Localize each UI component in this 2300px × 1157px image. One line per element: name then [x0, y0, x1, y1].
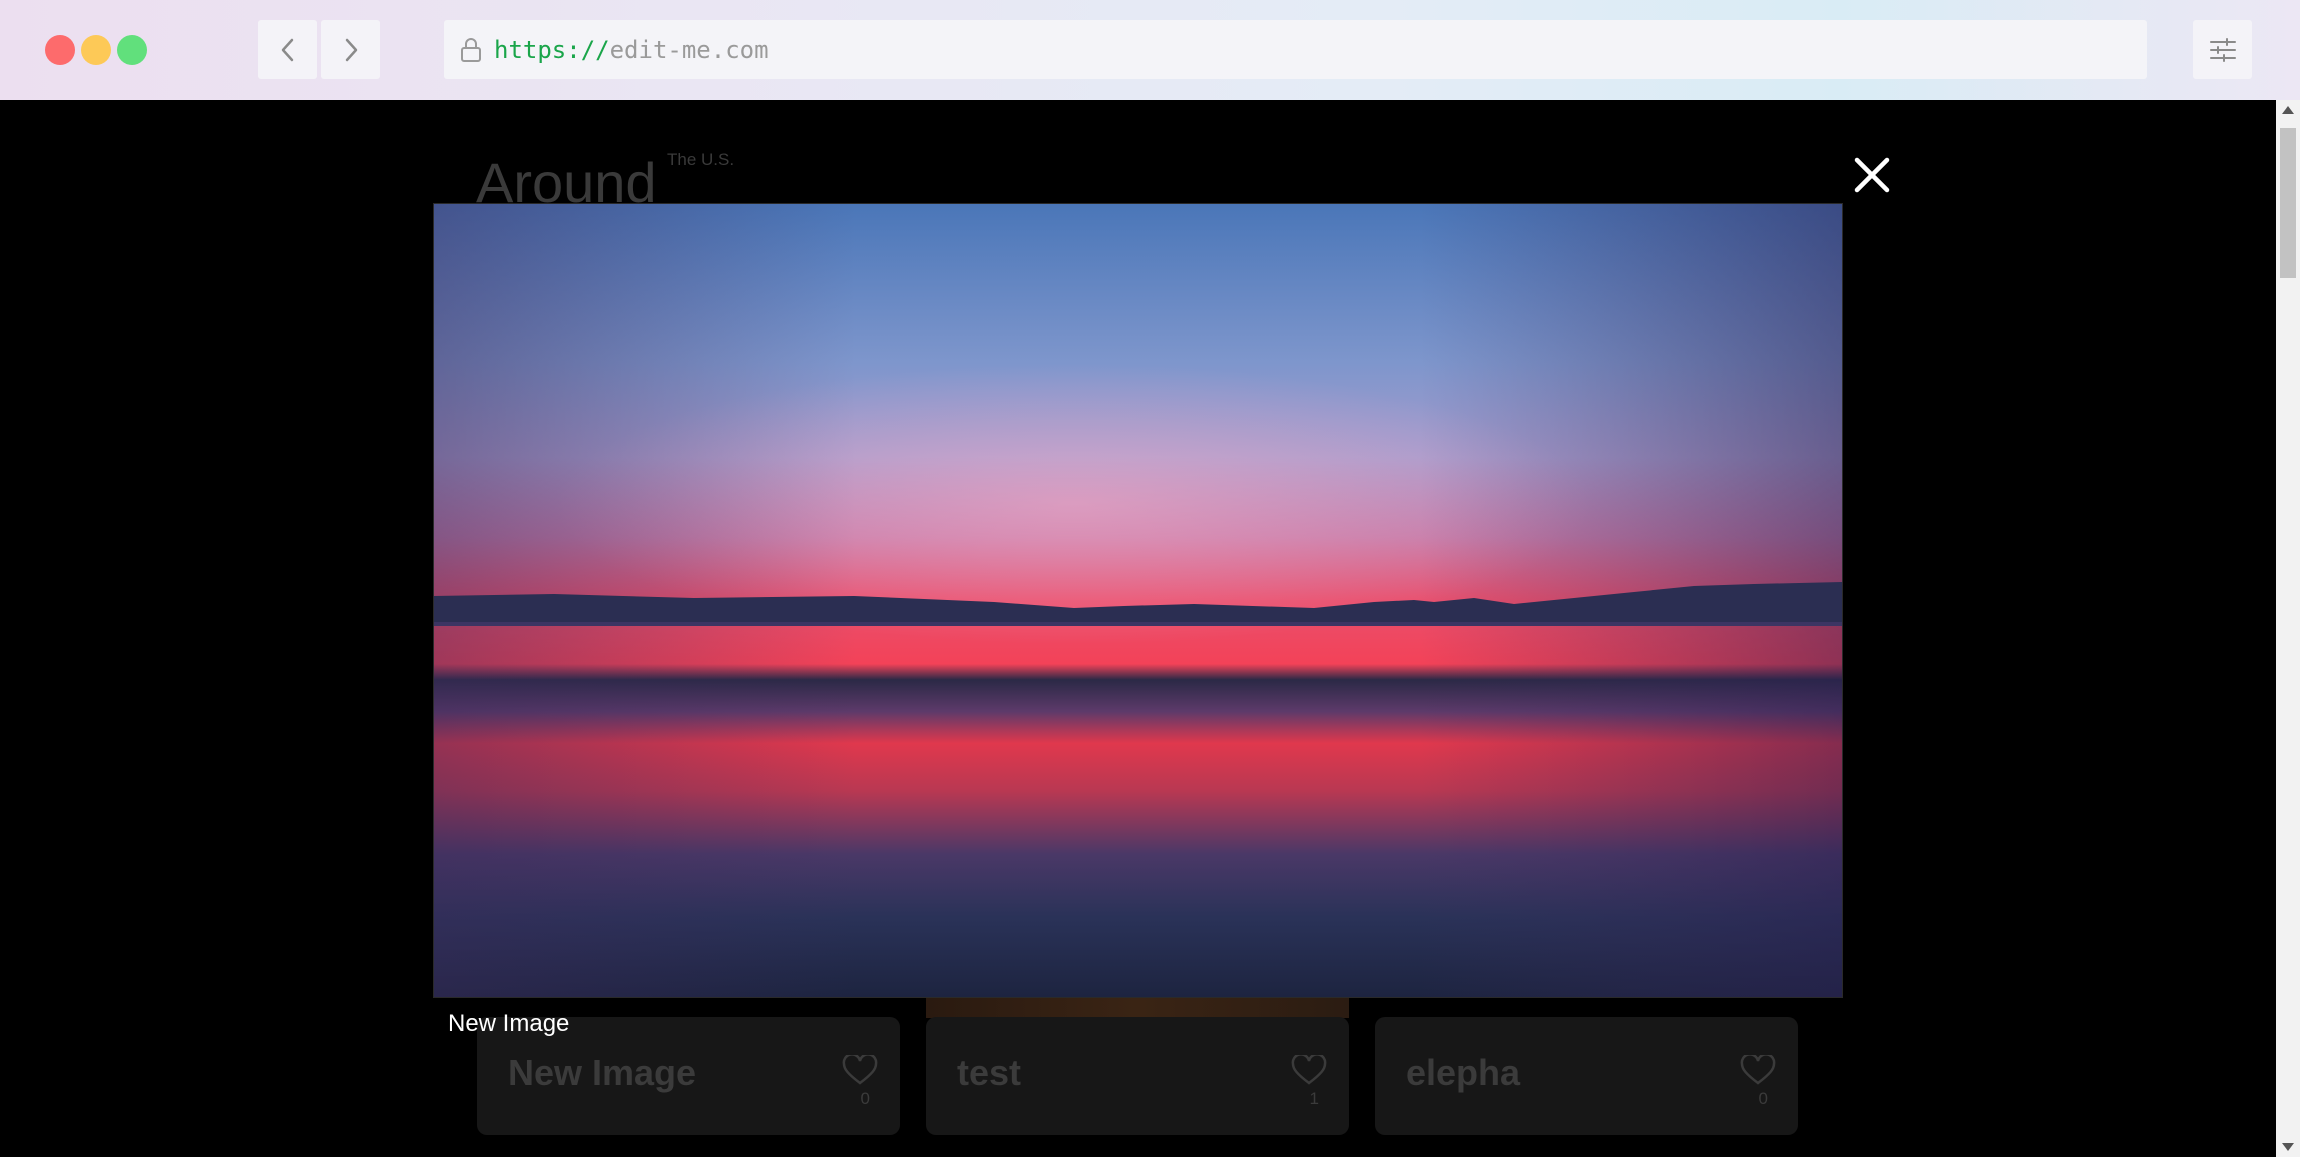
- card-photo: [926, 998, 1349, 1018]
- address-bar[interactable]: https://edit-me.com: [444, 20, 2147, 79]
- card-title: elepha: [1406, 1052, 1521, 1093]
- card-title: New Image: [508, 1052, 697, 1093]
- settings-button[interactable]: [2193, 20, 2252, 79]
- like-count: 0: [860, 1089, 870, 1108]
- modal-image: [433, 203, 1843, 998]
- sliders-icon: [2209, 37, 2236, 62]
- url-host: edit-me.com: [609, 35, 769, 64]
- scrollbar[interactable]: [2276, 100, 2300, 1157]
- photo-card[interactable]: test 1: [926, 1017, 1349, 1135]
- close-icon[interactable]: [1845, 148, 1899, 202]
- url-text: https://edit-me.com: [494, 36, 769, 64]
- back-button[interactable]: [258, 20, 317, 79]
- url-scheme: https://: [494, 35, 610, 64]
- window-maximize-button[interactable]: [117, 35, 147, 65]
- window-close-button[interactable]: [45, 35, 75, 65]
- photo-card[interactable]: elepha 0: [1375, 1017, 1798, 1135]
- like-count: 1: [1309, 1089, 1319, 1108]
- card-title: test: [957, 1052, 1022, 1093]
- heart-icon[interactable]: [842, 1055, 878, 1085]
- page-subtitle: The U.S.: [667, 150, 735, 169]
- scroll-up-arrow[interactable]: [2282, 106, 2294, 114]
- modal-caption: New Image: [448, 1010, 570, 1037]
- chevron-left-icon: [281, 38, 293, 61]
- lock-icon: [458, 35, 484, 65]
- scrollbar-thumb[interactable]: [2280, 128, 2296, 278]
- heart-icon[interactable]: [1291, 1055, 1327, 1085]
- scroll-down-arrow[interactable]: [2282, 1143, 2294, 1151]
- browser-toolbar: https://edit-me.com: [0, 0, 2300, 100]
- heart-icon[interactable]: [1740, 1055, 1776, 1085]
- like-count: 0: [1758, 1089, 1768, 1108]
- chevron-right-icon: [345, 38, 357, 61]
- forward-button[interactable]: [321, 20, 380, 79]
- window-minimize-button[interactable]: [81, 35, 111, 65]
